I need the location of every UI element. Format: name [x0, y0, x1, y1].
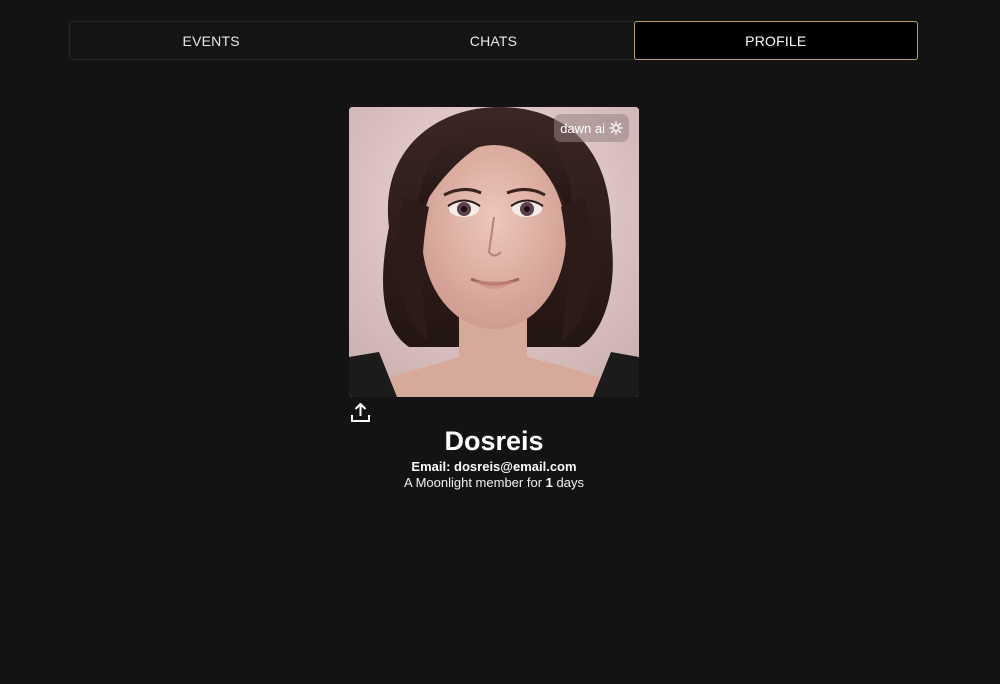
- tab-bar: EVENTS CHATS PROFILE: [69, 21, 918, 60]
- watermark-label: dawn ai: [560, 120, 605, 136]
- tab-events[interactable]: EVENTS: [70, 22, 352, 59]
- avatar: [349, 107, 639, 397]
- tab-chats[interactable]: CHATS: [352, 22, 634, 59]
- upload-icon[interactable]: [350, 402, 371, 423]
- membership-info: A Moonlight member for 1 days: [0, 475, 988, 490]
- sparkle-icon: [609, 121, 623, 135]
- watermark: dawn ai: [554, 114, 629, 142]
- member-prefix: A Moonlight member for: [404, 475, 543, 490]
- member-days-count: 1: [545, 475, 553, 490]
- member-suffix: days: [556, 475, 584, 490]
- profile-email: Email: dosreis@email.com: [411, 459, 577, 474]
- tab-profile[interactable]: PROFILE: [633, 21, 918, 60]
- profile-photo: dawn ai: [349, 107, 639, 397]
- profile-name: Dosreis: [444, 426, 544, 456]
